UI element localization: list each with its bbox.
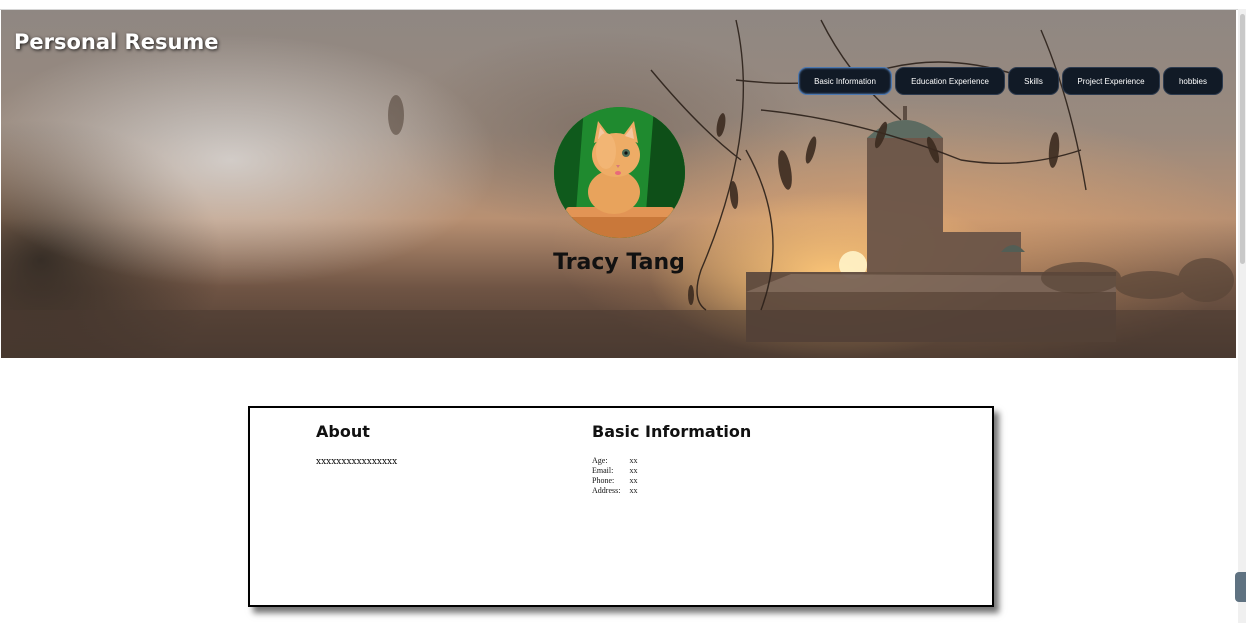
- info-card: About xxxxxxxxxxxxxxxx Basic Information…: [248, 406, 994, 607]
- side-widget-tab[interactable]: [1235, 572, 1246, 602]
- hero-banner: Personal Resume Basic Information Educat…: [1, 10, 1236, 358]
- cat-photo-icon: [554, 107, 685, 238]
- person-name: Tracy Tang: [553, 250, 685, 275]
- nav-hobbies[interactable]: hobbies: [1163, 67, 1223, 95]
- scrollbar-thumb[interactable]: [1240, 14, 1245, 264]
- info-row-email: Email: xx: [592, 466, 637, 476]
- basic-information-title: Basic Information: [592, 422, 752, 441]
- info-row-address: Address: xx: [592, 486, 637, 496]
- info-value: xx: [629, 476, 638, 485]
- about-title: About: [316, 422, 370, 441]
- info-label: Email:: [592, 466, 614, 475]
- nav-project-experience[interactable]: Project Experience: [1062, 67, 1160, 95]
- info-label: Phone:: [592, 476, 615, 485]
- nav-basic-information[interactable]: Basic Information: [798, 67, 892, 95]
- browser-top-strip: [0, 0, 1246, 10]
- nav-skills[interactable]: Skills: [1008, 67, 1059, 95]
- info-value: xx: [629, 456, 638, 465]
- info-value: xx: [629, 466, 638, 475]
- info-value: xx: [629, 486, 638, 495]
- site-title: Personal Resume: [14, 30, 219, 54]
- basic-information-table: Age: xx Email: xx Phone: xx Address: xx: [592, 456, 637, 496]
- info-label: Age:: [592, 456, 608, 465]
- nav-education-experience[interactable]: Education Experience: [895, 67, 1005, 95]
- info-label: Address:: [592, 486, 621, 495]
- info-row-age: Age: xx: [592, 456, 637, 466]
- avatar: [554, 107, 685, 238]
- info-row-phone: Phone: xx: [592, 476, 637, 486]
- about-text: xxxxxxxxxxxxxxxx: [316, 457, 398, 467]
- main-nav: Basic Information Education Experience S…: [798, 67, 1223, 95]
